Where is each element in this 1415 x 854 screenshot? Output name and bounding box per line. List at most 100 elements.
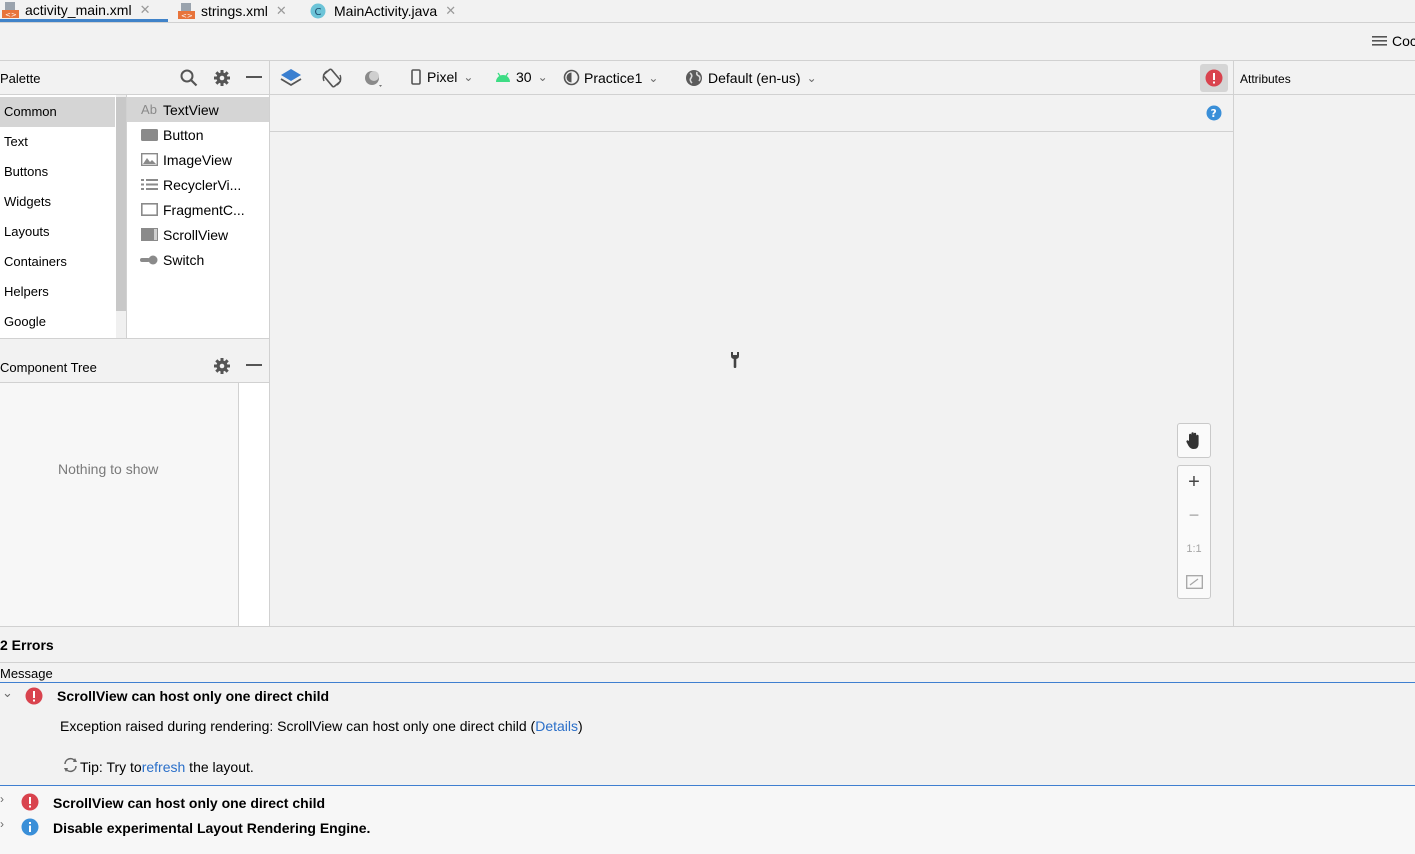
theme-label: Practice1	[584, 69, 643, 86]
svg-text:?: ?	[1211, 108, 1217, 120]
chevron-right-icon[interactable]: ›	[0, 817, 4, 831]
lines-icon	[1372, 35, 1387, 47]
widget-button[interactable]: Button	[127, 122, 269, 147]
button-icon	[140, 128, 158, 142]
component-tree-body: Nothing to show	[0, 383, 239, 626]
close-icon[interactable]: ✕	[276, 3, 287, 19]
chevron-down-icon[interactable]: ⌄	[2, 685, 13, 701]
gear-icon[interactable]	[213, 357, 231, 375]
search-icon[interactable]	[180, 69, 198, 87]
palette-category-layouts[interactable]: Layouts	[0, 217, 115, 247]
device-label: Pixel	[427, 69, 458, 85]
message-column-header[interactable]: Message	[0, 663, 1415, 682]
chevron-down-icon: ⌄	[806, 71, 817, 85]
errors-panel-header: 2 Errors	[0, 626, 1415, 663]
palette-category-widgets[interactable]: Widgets	[0, 187, 115, 217]
widget-scrollview[interactable]: ScrollView	[127, 222, 269, 247]
widget-label: Button	[163, 126, 204, 143]
component-tree-title: Component Tree	[0, 360, 97, 375]
tab-mainactivity[interactable]: C MainActivity.java ✕	[310, 0, 470, 22]
widget-fragmentcontainer[interactable]: FragmentC...	[127, 197, 269, 222]
fragment-icon	[140, 203, 158, 217]
xml-file-icon: <>	[2, 1, 19, 18]
palette-category-helpers[interactable]: Helpers	[0, 277, 115, 307]
view-mode-bar: Coc	[0, 23, 1415, 61]
widget-switch[interactable]: Switch	[127, 247, 269, 272]
details-link[interactable]: Details	[535, 718, 578, 734]
tab-label: strings.xml	[201, 3, 268, 19]
palette-category-buttons[interactable]: Buttons	[0, 157, 115, 187]
tab-activity-main[interactable]: <> activity_main.xml ✕	[0, 0, 168, 22]
error-row[interactable]: › ScrollView can host only one direct ch…	[0, 789, 1415, 813]
imageview-icon	[140, 153, 158, 167]
chevron-right-icon[interactable]: ›	[0, 792, 4, 806]
component-tree-header: Component Tree	[0, 349, 270, 383]
close-icon[interactable]: ✕	[140, 2, 151, 18]
palette-category-common[interactable]: Common	[0, 97, 115, 127]
design-subtoolbar: ?	[270, 95, 1233, 132]
night-mode-icon[interactable]	[363, 69, 385, 89]
zoom-actual-size-button[interactable]: 1:1	[1178, 532, 1210, 565]
error-title: ScrollView can host only one direct chil…	[53, 795, 326, 811]
android-icon	[495, 71, 511, 83]
zoom-out-button[interactable]: −	[1178, 499, 1210, 532]
widget-label: ScrollView	[163, 226, 229, 243]
palette-category-text[interactable]: Text	[0, 127, 115, 157]
tab-strings[interactable]: <> strings.xml ✕	[178, 0, 298, 22]
gear-icon[interactable]	[213, 69, 231, 87]
locale-selector[interactable]: Default (en-us) ⌄	[685, 69, 817, 87]
tip-line: Tip: Try to refresh the layout.	[62, 757, 254, 775]
device-selector[interactable]: Pixel ⌄	[411, 69, 473, 85]
globe-icon	[685, 69, 703, 87]
layers-icon[interactable]	[280, 67, 302, 89]
component-tree-side-panel	[239, 383, 270, 626]
palette-category-containers[interactable]: Containers	[0, 247, 115, 277]
info-icon	[21, 818, 39, 836]
theme-selector[interactable]: Practice1 ⌄	[563, 69, 658, 86]
warning-row[interactable]: › Disable experimental Layout Rendering …	[0, 815, 1415, 839]
help-icon[interactable]: ?	[1206, 105, 1222, 121]
issues-error-button[interactable]	[1200, 64, 1228, 92]
svg-text:<>: <>	[5, 11, 17, 18]
code-view-button[interactable]: Coc	[1372, 33, 1415, 49]
svg-text:C: C	[315, 7, 322, 18]
close-icon[interactable]: ✕	[445, 3, 456, 19]
widget-label: TextView	[163, 101, 219, 118]
category-scrollbar-thumb[interactable]	[116, 97, 126, 311]
error-row-expanded[interactable]: ⌄ ScrollView can host only one direct ch…	[0, 682, 1415, 786]
wrench-icon	[729, 351, 741, 369]
java-class-icon: C	[310, 3, 326, 19]
widget-recyclerview[interactable]: RecyclerVi...	[127, 172, 269, 197]
tab-label: activity_main.xml	[25, 1, 132, 18]
error-detail: Exception raised during rendering: Scrol…	[60, 718, 583, 734]
code-view-label: Coc	[1392, 33, 1415, 49]
empty-state-text: Nothing to show	[58, 461, 159, 477]
hand-icon	[1186, 431, 1199, 449]
pan-button[interactable]	[1177, 423, 1211, 458]
zoom-to-fit-button[interactable]	[1178, 565, 1210, 598]
design-canvas[interactable]	[270, 132, 1233, 626]
editor-tab-bar: <> activity_main.xml ✕ <> strings.xml ✕ …	[0, 0, 1415, 23]
zoom-in-button[interactable]: +	[1178, 466, 1210, 499]
api-selector[interactable]: 30 ⌄	[495, 69, 548, 85]
minimize-icon[interactable]	[246, 76, 262, 79]
widget-label: RecyclerVi...	[163, 176, 242, 193]
tab-label: MainActivity.java	[334, 3, 438, 19]
palette-header: Palette	[0, 61, 270, 95]
tip-text: Tip: Try to	[80, 759, 142, 775]
attributes-panel	[1233, 95, 1415, 626]
panel-divider[interactable]	[0, 338, 270, 349]
errors-count: 2 Errors	[0, 637, 54, 653]
locale-label: Default (en-us)	[708, 70, 801, 86]
error-detail-text: Exception raised during rendering: Scrol…	[60, 718, 536, 734]
orientation-icon[interactable]	[321, 67, 343, 89]
refresh-link[interactable]: refresh	[142, 759, 186, 775]
widget-textview[interactable]: Ab TextView	[127, 97, 269, 122]
fit-screen-icon	[1185, 574, 1203, 589]
minimize-icon[interactable]	[246, 364, 262, 367]
widget-imageview[interactable]: ImageView	[127, 147, 269, 172]
error-icon	[21, 793, 39, 811]
phone-icon	[411, 69, 421, 85]
palette-category-google[interactable]: Google	[0, 307, 115, 337]
chevron-down-icon: ⌄	[648, 70, 659, 85]
